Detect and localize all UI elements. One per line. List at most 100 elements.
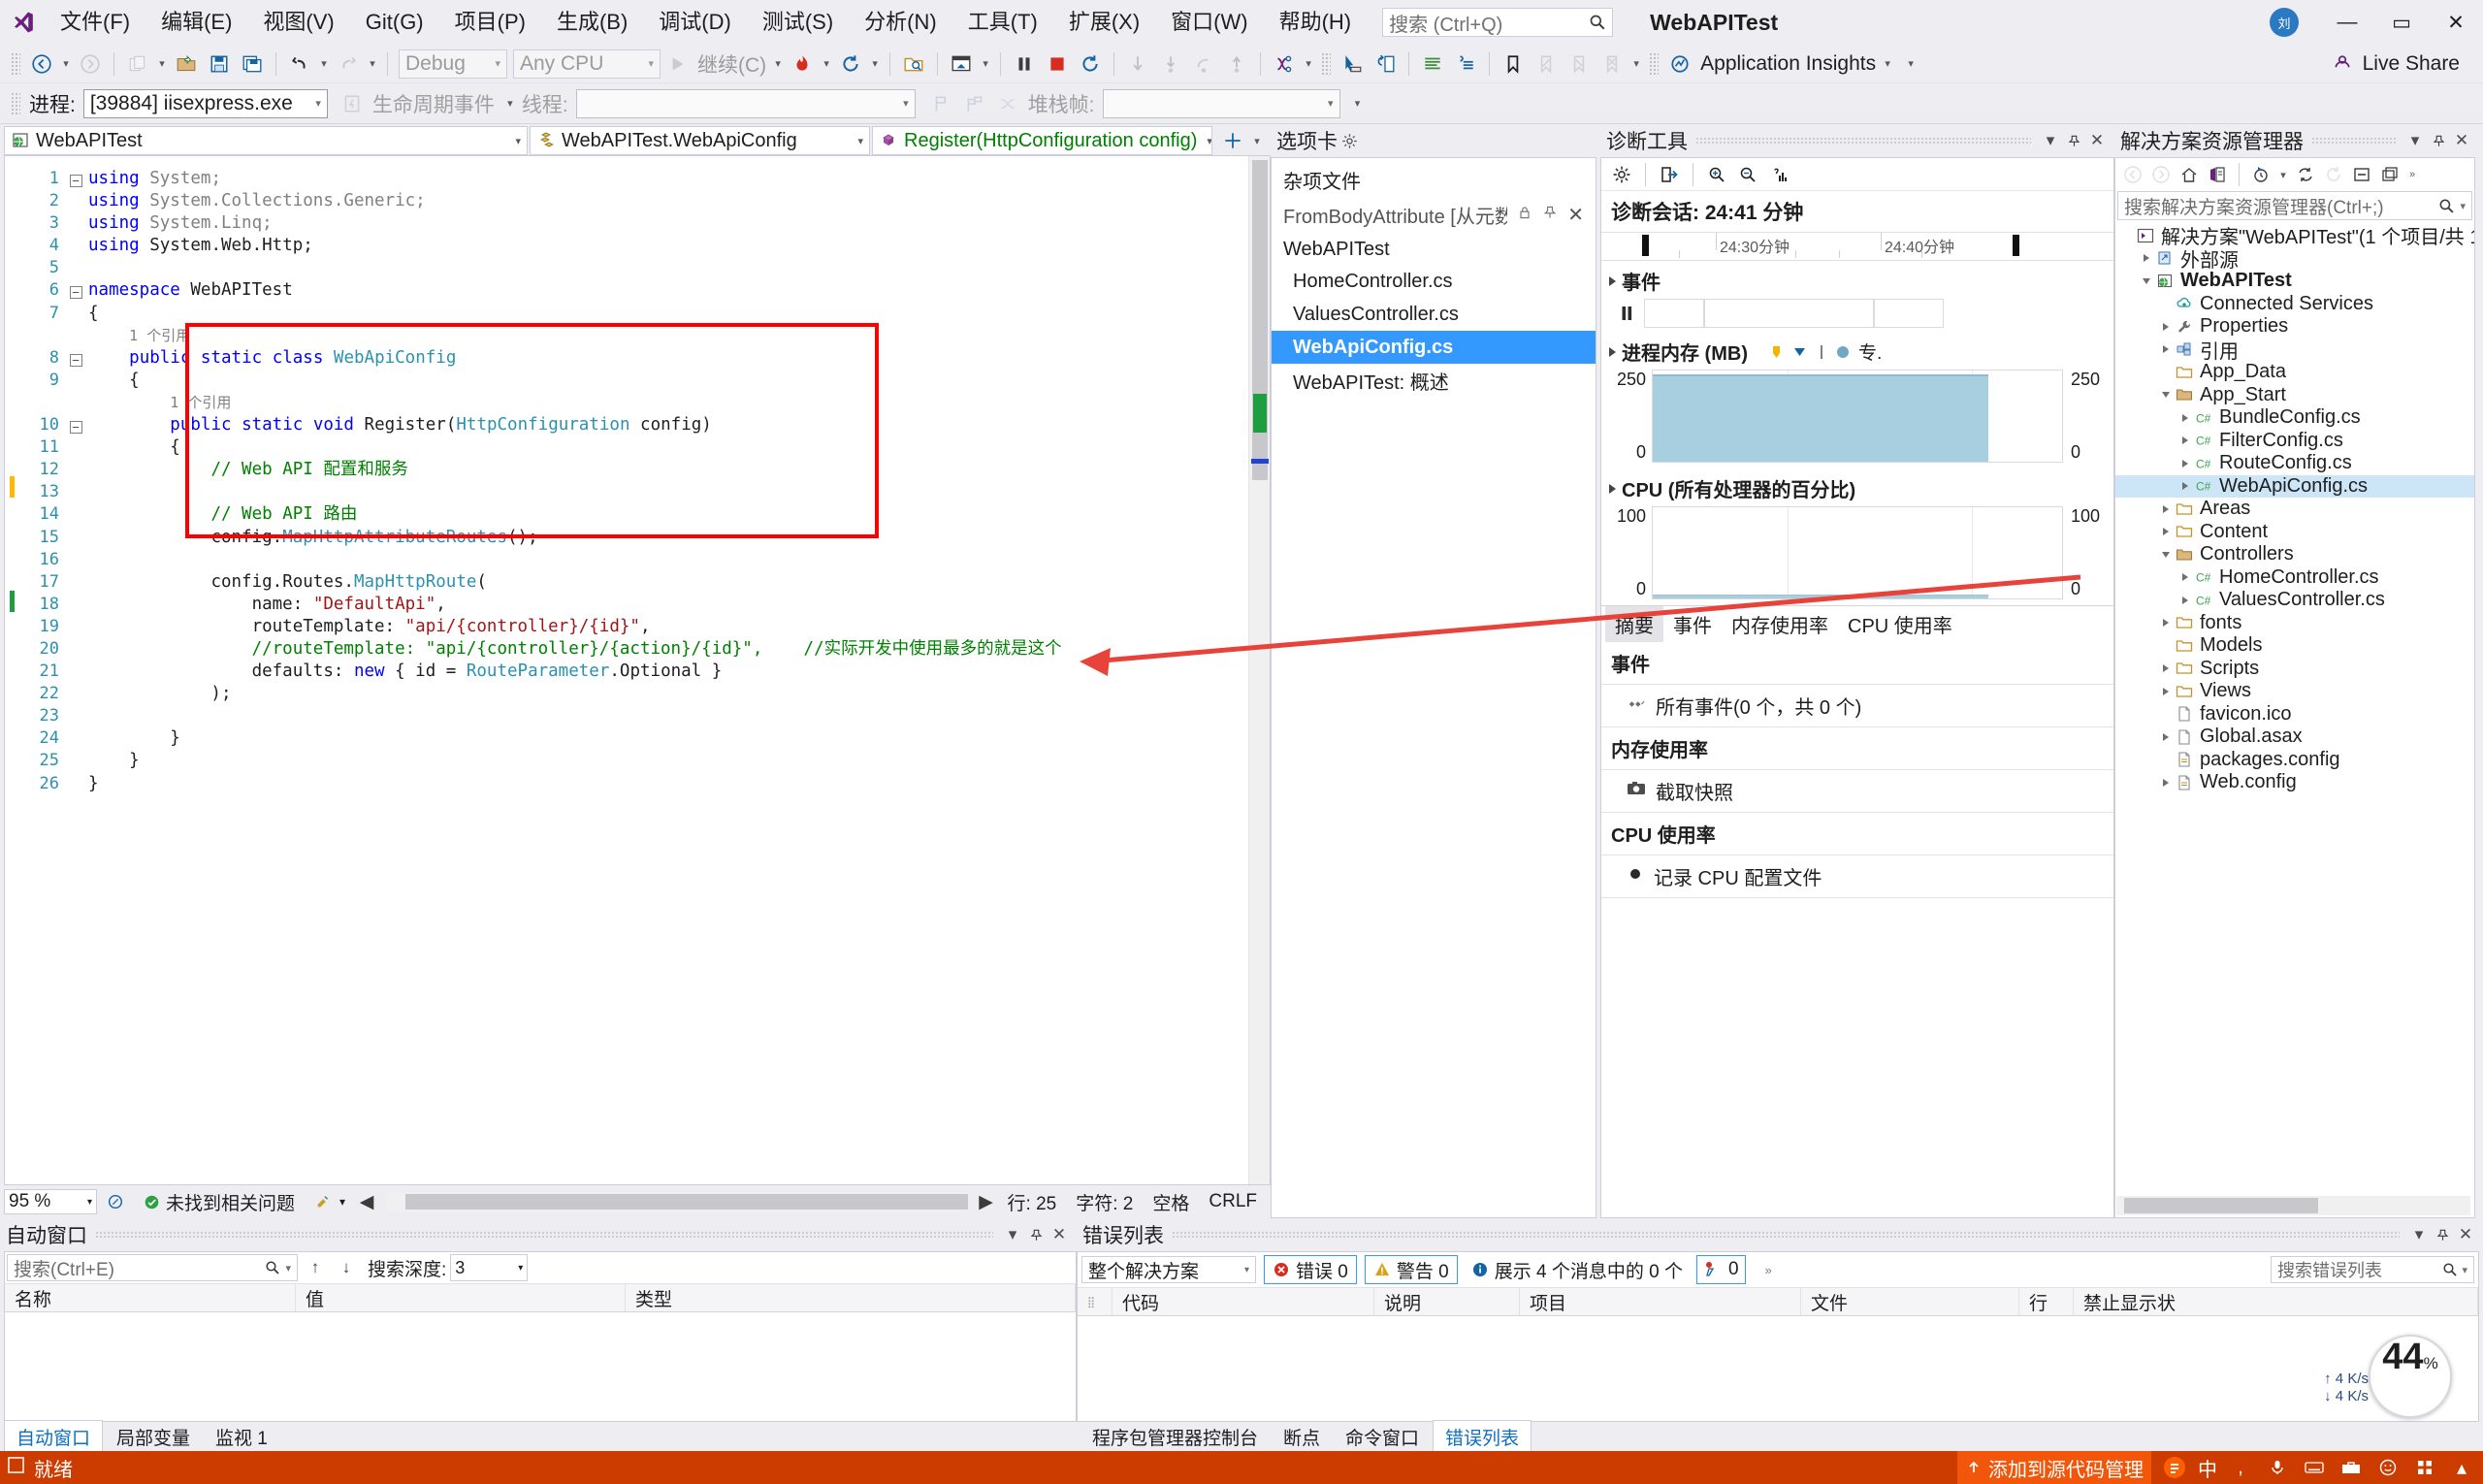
quick-search-input[interactable]: 搜索 (Ctrl+Q) — [1382, 8, 1613, 37]
tree-expander-icon[interactable] — [2158, 505, 2174, 513]
code-line[interactable]: using System.Web.Http; — [88, 235, 1248, 257]
pin-icon[interactable] — [2431, 1223, 2454, 1246]
pin-icon[interactable] — [1024, 1223, 1048, 1246]
solution-tree-item[interactable]: C#RouteConfig.cs — [2115, 452, 2474, 475]
bookmark-icon[interactable] — [1497, 48, 1530, 80]
web-view-icon[interactable] — [945, 48, 978, 80]
error-column-suppression[interactable]: 禁止显示状 — [2074, 1288, 2478, 1315]
build-intellisense-filter-button[interactable]: 0 — [1696, 1255, 1746, 1284]
tree-expander-icon[interactable] — [2177, 573, 2193, 581]
threads-icon[interactable] — [1268, 48, 1301, 80]
autos-grid-body[interactable] — [5, 1312, 1076, 1421]
back-icon[interactable] — [2119, 161, 2146, 188]
drag-handle[interactable] — [1172, 1231, 2400, 1239]
events-group-header[interactable]: 事件 — [1601, 261, 2113, 299]
tab-locals[interactable]: 局部变量 — [105, 1421, 202, 1453]
debug-toolbar-grip[interactable] — [11, 92, 20, 115]
tab-events[interactable]: 事件 — [1663, 606, 1722, 642]
metadata-file-row[interactable]: FromBodyAttribute [从元数据] ✕ — [1272, 198, 1596, 231]
fold-margin[interactable]: −−−− — [63, 156, 88, 1184]
nav-type-select[interactable]: WebAPITest.WebApiConfig ▾ — [530, 126, 870, 155]
tab-autos[interactable]: 自动窗口 — [4, 1420, 103, 1454]
toolbox-icon[interactable] — [2338, 1460, 2365, 1475]
tree-expander-icon[interactable] — [2139, 254, 2154, 262]
tree-expander-icon[interactable] — [2158, 779, 2174, 787]
split-editor-icon[interactable] — [1216, 125, 1249, 156]
solution-tree-item[interactable]: App_Data — [2115, 361, 2474, 384]
code-line[interactable] — [88, 481, 1248, 503]
drag-handle[interactable] — [1695, 137, 2031, 145]
toolbar-grip[interactable] — [11, 52, 20, 76]
menu-debug[interactable]: 调试(D) — [643, 0, 747, 45]
code-line[interactable]: using System.Linq; — [88, 212, 1248, 235]
error-toolbar-overflow-icon[interactable]: » — [1765, 1263, 1772, 1277]
step-into-icon[interactable] — [1121, 48, 1154, 80]
code-text-area[interactable]: using System;using System.Collections.Ge… — [88, 156, 1248, 1184]
summary-row-take-snapshot[interactable]: 截取快照 — [1601, 770, 2113, 813]
tab-watch-1[interactable]: 监视 1 — [204, 1421, 279, 1453]
summary-row-record-cpu[interactable]: 记录 CPU 配置文件 — [1601, 855, 2113, 898]
avatar[interactable]: 刘 — [2270, 8, 2299, 37]
lifecycle-events-label[interactable]: 生命周期事件 — [372, 89, 495, 118]
navigate-forward-icon[interactable] — [74, 48, 107, 80]
pause-icon[interactable] — [1008, 48, 1041, 80]
redo-icon[interactable] — [332, 48, 365, 80]
chevron-down-icon[interactable]: ▾ — [285, 1262, 291, 1274]
apps-grid-icon[interactable] — [2411, 1459, 2438, 1476]
options-file-item[interactable]: HomeController.cs — [1272, 265, 1596, 298]
switch-views-icon[interactable] — [2204, 161, 2231, 188]
ime-punctuation-icon[interactable]: , — [2227, 1457, 2254, 1479]
solution-tree[interactable]: 解决方案"WebAPITest"(1 个项目/共 1 个外部源WebAPITes… — [2115, 222, 2474, 1196]
tree-expander-icon[interactable] — [2139, 278, 2154, 284]
options-file-item-selected[interactable]: WebApiConfig.cs — [1272, 331, 1596, 364]
menu-edit[interactable]: 编辑(E) — [145, 0, 247, 45]
tree-expander-icon[interactable] — [2177, 460, 2193, 468]
autos-column-value[interactable]: 值 — [296, 1284, 626, 1311]
autos-search-input[interactable]: 搜索(Ctrl+E) ▾ — [7, 1254, 298, 1281]
tree-expander-icon[interactable] — [2158, 345, 2174, 353]
scroll-right-icon[interactable]: ▶ — [975, 1186, 998, 1217]
solution-tree-item[interactable]: fonts — [2115, 612, 2474, 635]
zoom-out-icon[interactable] — [1733, 161, 1762, 188]
menu-test[interactable]: 测试(S) — [747, 0, 849, 45]
code-line[interactable]: 1 个引用 — [88, 325, 1248, 347]
menu-analyze[interactable]: 分析(N) — [849, 0, 952, 45]
chevron-up-icon[interactable]: ▴ — [2448, 1456, 2475, 1480]
error-column-code[interactable]: 代码 — [1113, 1288, 1374, 1315]
quick-actions-icon[interactable]: ▾ — [305, 1193, 355, 1210]
code-line[interactable]: 1 个引用 — [88, 392, 1248, 414]
live-share-label[interactable]: Live Share — [2359, 52, 2464, 76]
step-up-icon[interactable] — [1220, 48, 1253, 80]
microphone-icon[interactable] — [2264, 1459, 2291, 1476]
restart-debug-icon[interactable] — [1074, 48, 1107, 80]
stop-icon[interactable] — [1041, 48, 1074, 80]
tab-breakpoints[interactable]: 断点 — [1272, 1421, 1332, 1453]
home-icon[interactable] — [2176, 161, 2203, 188]
chevron-down-icon[interactable]: ▾ — [2407, 1223, 2431, 1246]
code-line[interactable]: public static void Register(HttpConfigur… — [88, 414, 1248, 436]
chevron-down-icon[interactable]: ▾ — [2039, 129, 2062, 152]
minimize-button[interactable]: — — [2320, 0, 2374, 45]
tree-expander-icon[interactable] — [2158, 733, 2174, 741]
solution-tree-item[interactable]: Controllers — [2115, 543, 2474, 566]
autos-column-name[interactable]: 名称 — [5, 1284, 296, 1311]
tree-expander-icon[interactable] — [2177, 482, 2193, 490]
code-line[interactable]: { — [88, 303, 1248, 325]
drag-handle[interactable] — [95, 1231, 993, 1239]
error-column-description[interactable]: 说明 — [1374, 1288, 1520, 1315]
solution-tree-item[interactable]: C#WebApiConfig.cs — [2115, 475, 2474, 499]
errors-filter-button[interactable]: 错误 0 — [1264, 1255, 1357, 1284]
drag-handle[interactable] — [2311, 137, 2396, 145]
menu-file[interactable]: 文件(F) — [45, 0, 145, 45]
fold-toggle[interactable]: − — [63, 279, 88, 302]
pending-changes-dropdown-icon[interactable]: ▾ — [2275, 159, 2291, 190]
lifecycle-events-icon[interactable] — [336, 88, 369, 119]
web-view-dropdown-icon[interactable]: ▾ — [978, 48, 993, 80]
parallel-stacks-icon[interactable] — [991, 88, 1024, 119]
solution-tree-item[interactable]: Web.config — [2115, 771, 2474, 794]
forward-icon[interactable] — [2147, 161, 2175, 188]
tab-memory-usage[interactable]: 内存使用率 — [1722, 606, 1838, 642]
debug-toolbar-overflow-icon[interactable]: ▾ — [1350, 88, 1366, 119]
timeline-ruler[interactable]: 24:30分钟 24:40分钟 — [1601, 232, 2113, 261]
close-button[interactable]: ✕ — [2429, 0, 2483, 45]
